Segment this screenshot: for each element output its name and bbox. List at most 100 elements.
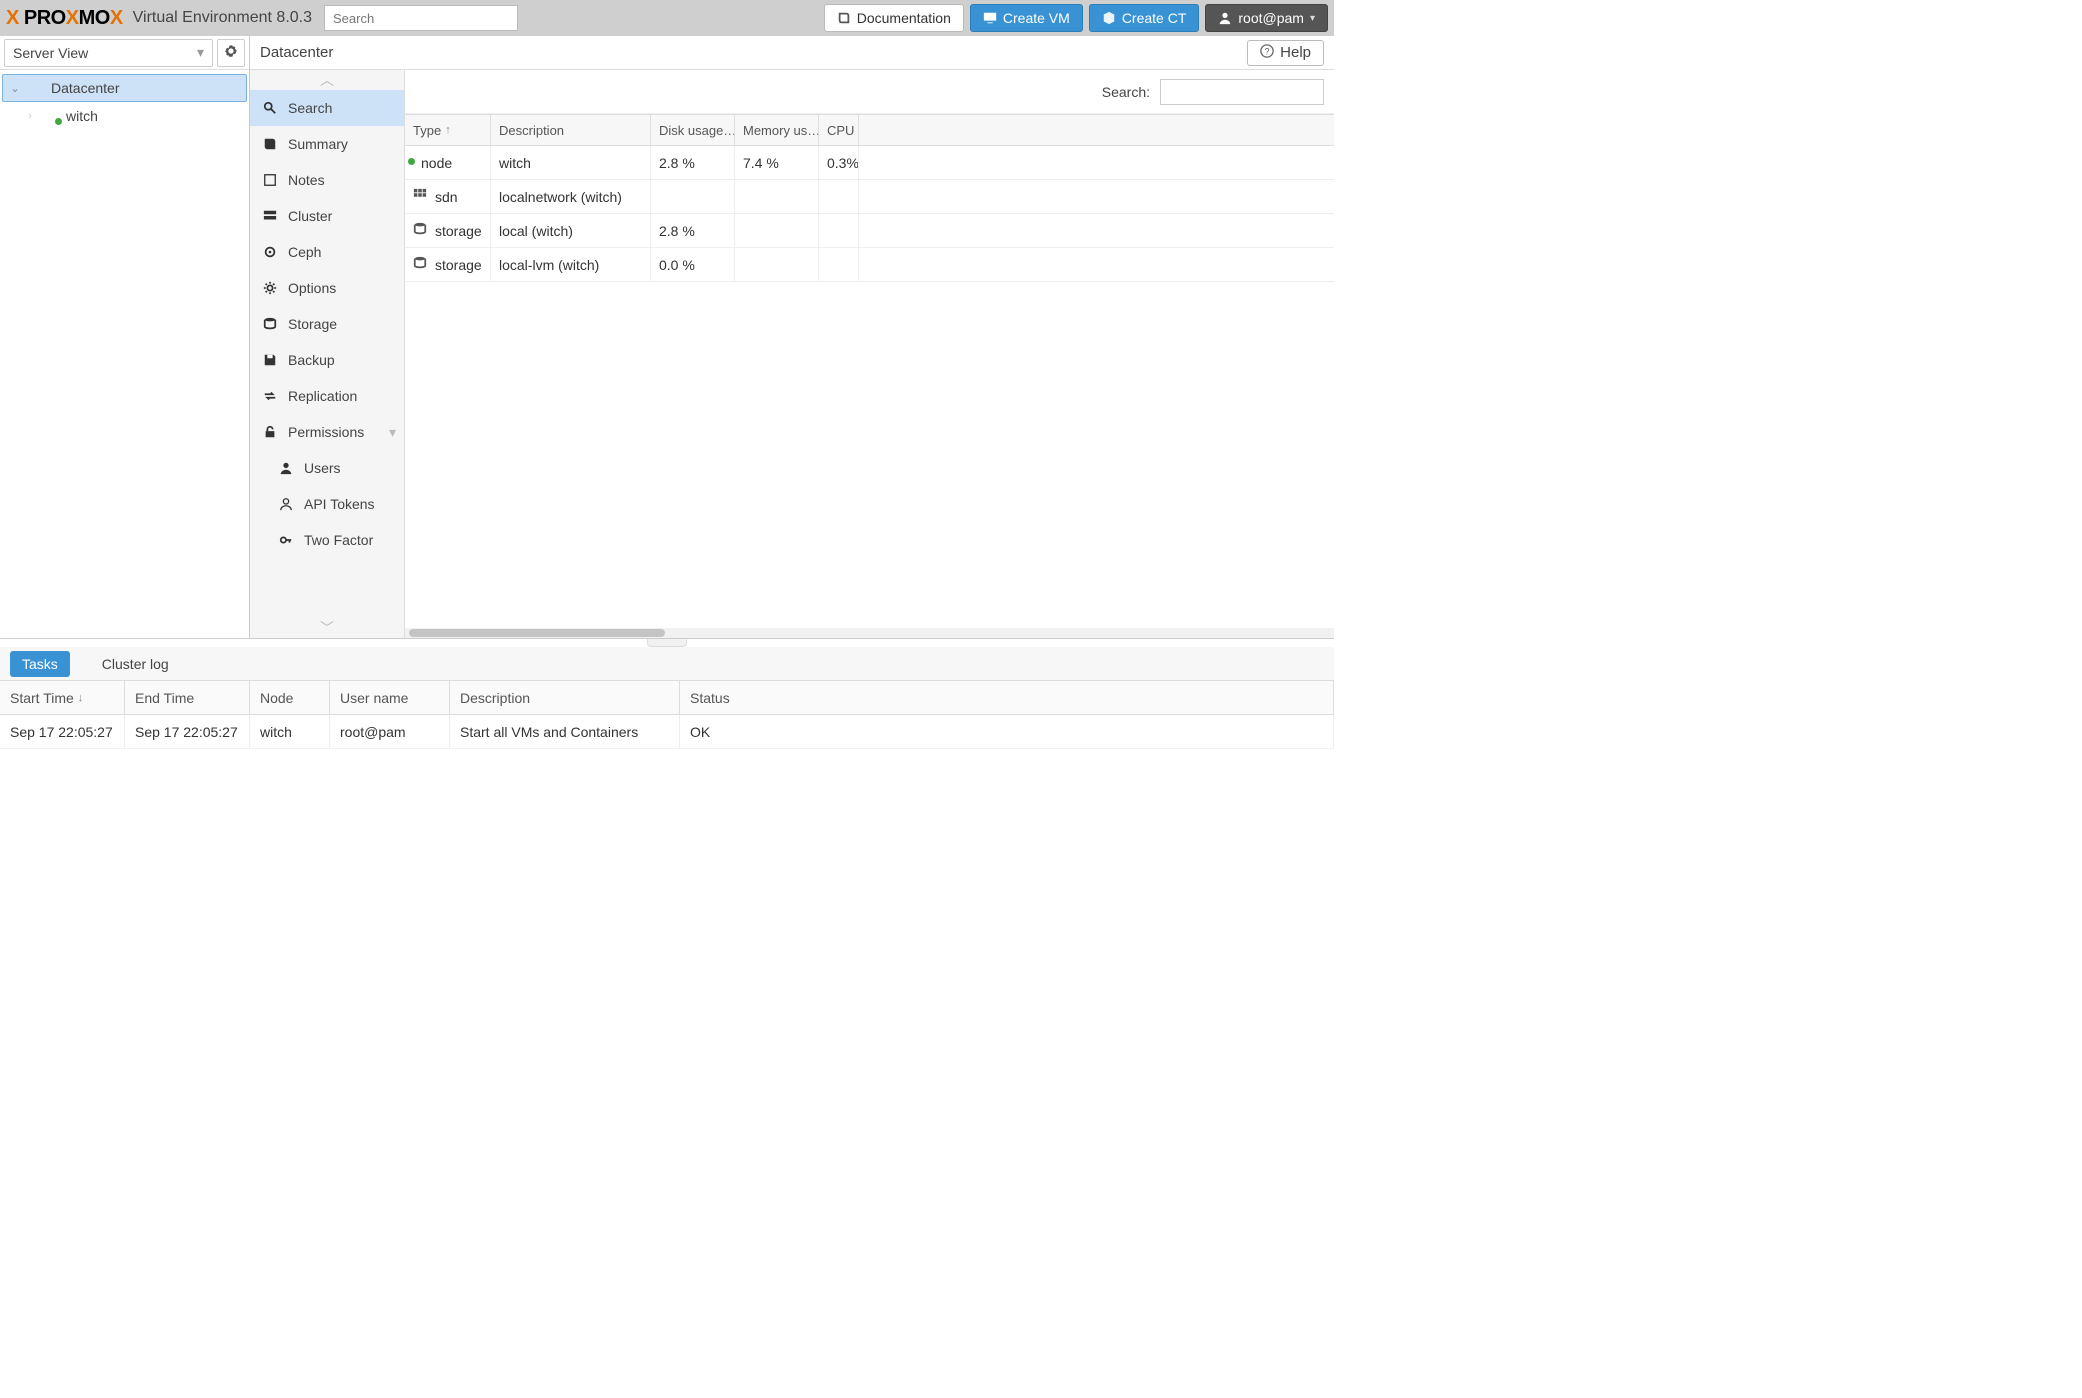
- content-body: ︿ Search Summary Notes: [250, 70, 1334, 638]
- menu-label: Summary: [288, 136, 348, 152]
- user-icon: [278, 461, 294, 475]
- horizontal-scrollbar[interactable]: [405, 628, 1334, 638]
- cell-node: witch: [250, 715, 330, 748]
- cell-status: OK: [680, 715, 1334, 748]
- top-header: X PROXMOX Virtual Environment 8.0.3 Docu…: [0, 0, 1334, 36]
- col-status[interactable]: Status: [680, 681, 1334, 714]
- results-row[interactable]: node witch 2.8 % 7.4 % 0.3%: [405, 146, 1334, 180]
- menu-scroll-down[interactable]: ﹀: [250, 618, 404, 638]
- create-vm-label: Create VM: [1003, 10, 1070, 26]
- menu-label: Users: [304, 460, 341, 476]
- menu-label: Notes: [288, 172, 325, 188]
- tree-settings-button[interactable]: [217, 39, 245, 67]
- results-row[interactable]: sdn localnetwork (witch): [405, 180, 1334, 214]
- menu-item-backup[interactable]: Backup: [250, 342, 404, 378]
- cell-description: local-lvm (witch): [491, 248, 651, 281]
- log-row[interactable]: Sep 17 22:05:27 Sep 17 22:05:27 witch ro…: [0, 715, 1334, 749]
- view-selector-label: Server View: [13, 45, 88, 61]
- search-label: Search:: [1102, 84, 1150, 100]
- menu-label: Storage: [288, 316, 337, 332]
- cell-disk: 0.0 %: [651, 248, 735, 281]
- col-description[interactable]: Description: [450, 681, 680, 714]
- create-ct-button[interactable]: Create CT: [1089, 4, 1200, 32]
- global-search-input[interactable]: [324, 5, 518, 31]
- help-button[interactable]: ? Help: [1247, 40, 1324, 66]
- database-icon: [413, 222, 427, 239]
- floppy-icon: [262, 353, 278, 367]
- log-panel: Tasks Cluster log Start Time ↓ End Time …: [0, 638, 1334, 896]
- menu-item-notes[interactable]: Notes: [250, 162, 404, 198]
- tree-node-witch[interactable]: › witch: [2, 102, 247, 130]
- menu-label: Ceph: [288, 244, 321, 260]
- cell-memory: 7.4 %: [735, 146, 819, 179]
- menu-item-replication[interactable]: Replication: [250, 378, 404, 414]
- server-icon: [27, 81, 45, 95]
- proxmox-logo: X PROXMOX: [6, 7, 123, 30]
- content-title: Datacenter: [260, 44, 333, 61]
- collapse-icon[interactable]: ⌄: [9, 82, 21, 95]
- user-outline-icon: [278, 497, 294, 511]
- cell-cpu: 0.3%: [819, 146, 859, 179]
- content-panel: Datacenter ? Help ︿ Search: [250, 36, 1334, 638]
- menu-label: API Tokens: [304, 496, 375, 512]
- col-end-time[interactable]: End Time: [125, 681, 250, 714]
- search-icon: [262, 101, 278, 115]
- col-cpu[interactable]: CPU u: [819, 115, 859, 145]
- documentation-button[interactable]: Documentation: [824, 4, 964, 32]
- chevron-down-icon: ﹀: [320, 618, 334, 638]
- col-type[interactable]: Type ↑: [405, 115, 491, 145]
- cell-user: root@pam: [330, 715, 450, 748]
- search-results: Search: Type ↑ Description Disk usage… M…: [405, 70, 1334, 638]
- view-selector[interactable]: Server View ▾: [4, 39, 213, 67]
- user-label: root@pam: [1238, 10, 1304, 26]
- cell-memory: [735, 248, 819, 281]
- menu-label: Two Factor: [304, 532, 373, 548]
- help-label: Help: [1280, 44, 1311, 61]
- col-disk[interactable]: Disk usage…: [651, 115, 735, 145]
- cell-start: Sep 17 22:05:27: [0, 715, 125, 748]
- menu-item-api-tokens[interactable]: API Tokens: [250, 486, 404, 522]
- menu-item-cluster[interactable]: Cluster: [250, 198, 404, 234]
- menu-scroll-up[interactable]: ︿: [250, 70, 404, 90]
- tab-cluster-log[interactable]: Cluster log: [90, 651, 181, 677]
- server-icon: [262, 209, 278, 223]
- menu-item-search[interactable]: Search: [250, 90, 404, 126]
- menu-item-ceph[interactable]: Ceph: [250, 234, 404, 270]
- book-icon: [837, 11, 851, 25]
- chevron-up-icon: ︿: [320, 70, 334, 90]
- user-menu-button[interactable]: root@pam ▾: [1205, 4, 1328, 32]
- help-icon: ?: [1260, 44, 1274, 62]
- note-icon: [262, 173, 278, 187]
- expand-icon[interactable]: ›: [24, 110, 36, 122]
- cell-cpu: [819, 214, 859, 247]
- ceph-icon: [262, 245, 278, 259]
- cell-description: witch: [491, 146, 651, 179]
- results-search-input[interactable]: [1160, 79, 1324, 105]
- menu-item-options[interactable]: Options: [250, 270, 404, 306]
- cell-memory: [735, 180, 819, 213]
- building-icon: [42, 109, 60, 123]
- col-node[interactable]: Node: [250, 681, 330, 714]
- log-collapse-handle[interactable]: [0, 639, 1334, 647]
- menu-item-two-factor[interactable]: Two Factor: [250, 522, 404, 558]
- menu-item-permissions[interactable]: Permissions ▾: [250, 414, 404, 450]
- tree-node-datacenter[interactable]: ⌄ Datacenter: [2, 74, 247, 102]
- col-user[interactable]: User name: [330, 681, 450, 714]
- col-memory[interactable]: Memory us…: [735, 115, 819, 145]
- col-description[interactable]: Description: [491, 115, 651, 145]
- side-menu: ︿ Search Summary Notes: [250, 70, 405, 638]
- scrollbar-thumb[interactable]: [409, 629, 665, 637]
- create-vm-button[interactable]: Create VM: [970, 4, 1083, 32]
- chevron-down-icon: ▾: [389, 424, 396, 441]
- unlock-icon: [262, 425, 278, 439]
- cell-disk: 2.8 %: [651, 146, 735, 179]
- menu-item-storage[interactable]: Storage: [250, 306, 404, 342]
- results-row[interactable]: storage local-lvm (witch) 0.0 %: [405, 248, 1334, 282]
- tab-tasks[interactable]: Tasks: [10, 651, 70, 677]
- col-start-time[interactable]: Start Time ↓: [0, 681, 125, 714]
- create-ct-label: Create CT: [1122, 10, 1187, 26]
- svg-text:?: ?: [1265, 46, 1270, 56]
- results-row[interactable]: storage local (witch) 2.8 %: [405, 214, 1334, 248]
- menu-item-users[interactable]: Users: [250, 450, 404, 486]
- menu-item-summary[interactable]: Summary: [250, 126, 404, 162]
